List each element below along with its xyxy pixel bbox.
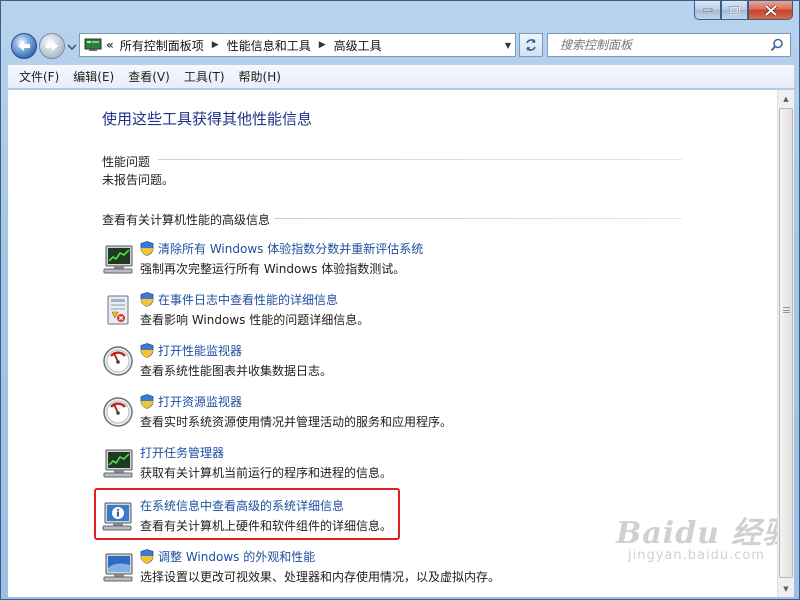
item-description: 查看实时系统资源使用情况并管理活动的服务和应用程序。	[140, 415, 453, 429]
watermark: Baidu 经验 jingyan.baidu.com	[616, 508, 793, 563]
list-item: 打开资源监视器 查看实时系统资源使用情况并管理活动的服务和应用程序。	[102, 393, 662, 439]
menu-view[interactable]: 查看(V)	[121, 68, 177, 85]
minimize-button[interactable]	[694, 1, 721, 20]
forward-button[interactable]	[39, 33, 65, 59]
uac-shield-icon	[140, 549, 154, 564]
gauge-icon	[103, 397, 133, 427]
menu-bar: 文件(F) 编辑(E) 查看(V) 工具(T) 帮助(H)	[8, 65, 794, 89]
close-icon	[764, 4, 777, 16]
grip-icon	[783, 307, 790, 313]
vertical-scrollbar[interactable]: ▲ ▼	[777, 90, 794, 597]
maximize-icon	[729, 5, 740, 14]
scroll-down-icon[interactable]: ▼	[778, 580, 794, 597]
search-input[interactable]	[548, 38, 758, 52]
scroll-thumb[interactable]	[779, 108, 793, 578]
event-log-icon	[107, 295, 129, 325]
gauge-icon	[103, 346, 133, 376]
caption-buttons	[694, 1, 793, 21]
breadcrumb-arrow-icon[interactable]: ▶	[212, 40, 219, 50]
recent-pages-dropdown[interactable]	[67, 42, 77, 52]
item-description: 查看系统性能图表并收集数据日志。	[140, 364, 333, 378]
minimize-icon	[702, 8, 712, 12]
link-event-log[interactable]: 在事件日志中查看性能的详细信息	[158, 291, 338, 308]
content-pane: 使用这些工具获得其他性能信息 性能问题 未报告问题。 查看有关计算机性能的高级信…	[8, 90, 794, 597]
list-item: 在事件日志中查看性能的详细信息 查看影响 Windows 性能的问题详细信息。	[102, 291, 662, 337]
address-overflow-chevron[interactable]: «	[106, 38, 114, 52]
refresh-icon	[526, 39, 536, 51]
window-frame: « 所有控制面板项 ▶ 性能信息和工具 ▶ 高级工具 ▼ 搜索控制面板 文件(F…	[0, 0, 800, 600]
refresh-button[interactable]	[519, 33, 543, 57]
list-item: 打开任务管理器 获取有关计算机当前运行的程序和进程的信息。	[102, 444, 662, 490]
link-clear-wei[interactable]: 清除所有 Windows 体验指数分数并重新评估系统	[158, 240, 423, 257]
performance-issues-title: 性能问题	[102, 155, 151, 169]
back-button[interactable]	[11, 33, 37, 59]
breadcrumb: 所有控制面板项 ▶ 性能信息和工具 ▶ 高级工具	[120, 37, 382, 54]
highlight-box	[94, 488, 400, 540]
control-panel-icon	[84, 38, 102, 51]
uac-shield-icon	[140, 292, 154, 307]
scroll-up-icon[interactable]: ▲	[778, 90, 794, 107]
breadcrumb-all-items[interactable]: 所有控制面板项	[120, 37, 204, 54]
breadcrumb-advanced-tools[interactable]: 高级工具	[334, 37, 382, 54]
menu-tools[interactable]: 工具(T)	[177, 68, 232, 85]
menu-edit[interactable]: 编辑(E)	[66, 68, 121, 85]
address-dropdown-icon[interactable]: ▼	[505, 41, 511, 50]
breadcrumb-arrow-icon[interactable]: ▶	[319, 40, 326, 50]
section-divider	[158, 159, 682, 160]
link-adjust-appearance[interactable]: 调整 Windows 的外观和性能	[158, 548, 315, 565]
advanced-info-title: 查看有关计算机性能的高级信息	[102, 213, 271, 227]
navigation-row: « 所有控制面板项 ▶ 性能信息和工具 ▶ 高级工具 ▼	[1, 29, 799, 63]
list-item: 打开性能监视器 查看系统性能图表并收集数据日志。	[102, 342, 662, 388]
list-item: 清除所有 Windows 体验指数分数并重新评估系统 强制再次完整运行所有 Wi…	[102, 240, 662, 286]
uac-shield-icon	[140, 343, 154, 358]
link-task-manager[interactable]: 打开任务管理器	[140, 444, 224, 461]
arrow-right-icon	[46, 41, 58, 51]
performance-issues-text: 未报告问题。	[102, 173, 175, 187]
search-box[interactable]	[547, 33, 791, 57]
item-description: 获取有关计算机当前运行的程序和进程的信息。	[140, 466, 393, 480]
arrow-left-icon	[18, 41, 30, 51]
page-title: 使用这些工具获得其他性能信息	[102, 110, 313, 128]
link-performance-monitor[interactable]: 打开性能监视器	[158, 342, 242, 359]
menu-help[interactable]: 帮助(H)	[232, 68, 288, 85]
list-item: 调整 Windows 的外观和性能 选择设置以更改可视效果、处理器和内存使用情况…	[102, 548, 662, 594]
monitor-chart-icon	[103, 245, 133, 274]
item-description: 强制再次完整运行所有 Windows 体验指数测试。	[140, 262, 406, 276]
search-icon[interactable]	[770, 38, 784, 52]
item-description: 查看影响 Windows 性能的问题详细信息。	[140, 313, 370, 327]
close-button[interactable]	[748, 1, 793, 20]
monitor-adjust-icon	[103, 553, 133, 582]
watermark-logo: Baidu 经验	[616, 516, 794, 551]
menu-file[interactable]: 文件(F)	[12, 68, 66, 85]
section-divider	[274, 218, 682, 219]
uac-shield-icon	[140, 394, 154, 409]
breadcrumb-performance[interactable]: 性能信息和工具	[227, 37, 311, 54]
monitor-chart-icon	[103, 449, 133, 478]
item-description: 选择设置以更改可视效果、处理器和内存使用情况，以及虚拟内存。	[140, 570, 501, 584]
address-bar[interactable]: « 所有控制面板项 ▶ 性能信息和工具 ▶ 高级工具 ▼	[79, 33, 516, 57]
maximize-button[interactable]	[721, 1, 748, 20]
link-resource-monitor[interactable]: 打开资源监视器	[158, 393, 242, 410]
uac-shield-icon	[140, 241, 154, 256]
